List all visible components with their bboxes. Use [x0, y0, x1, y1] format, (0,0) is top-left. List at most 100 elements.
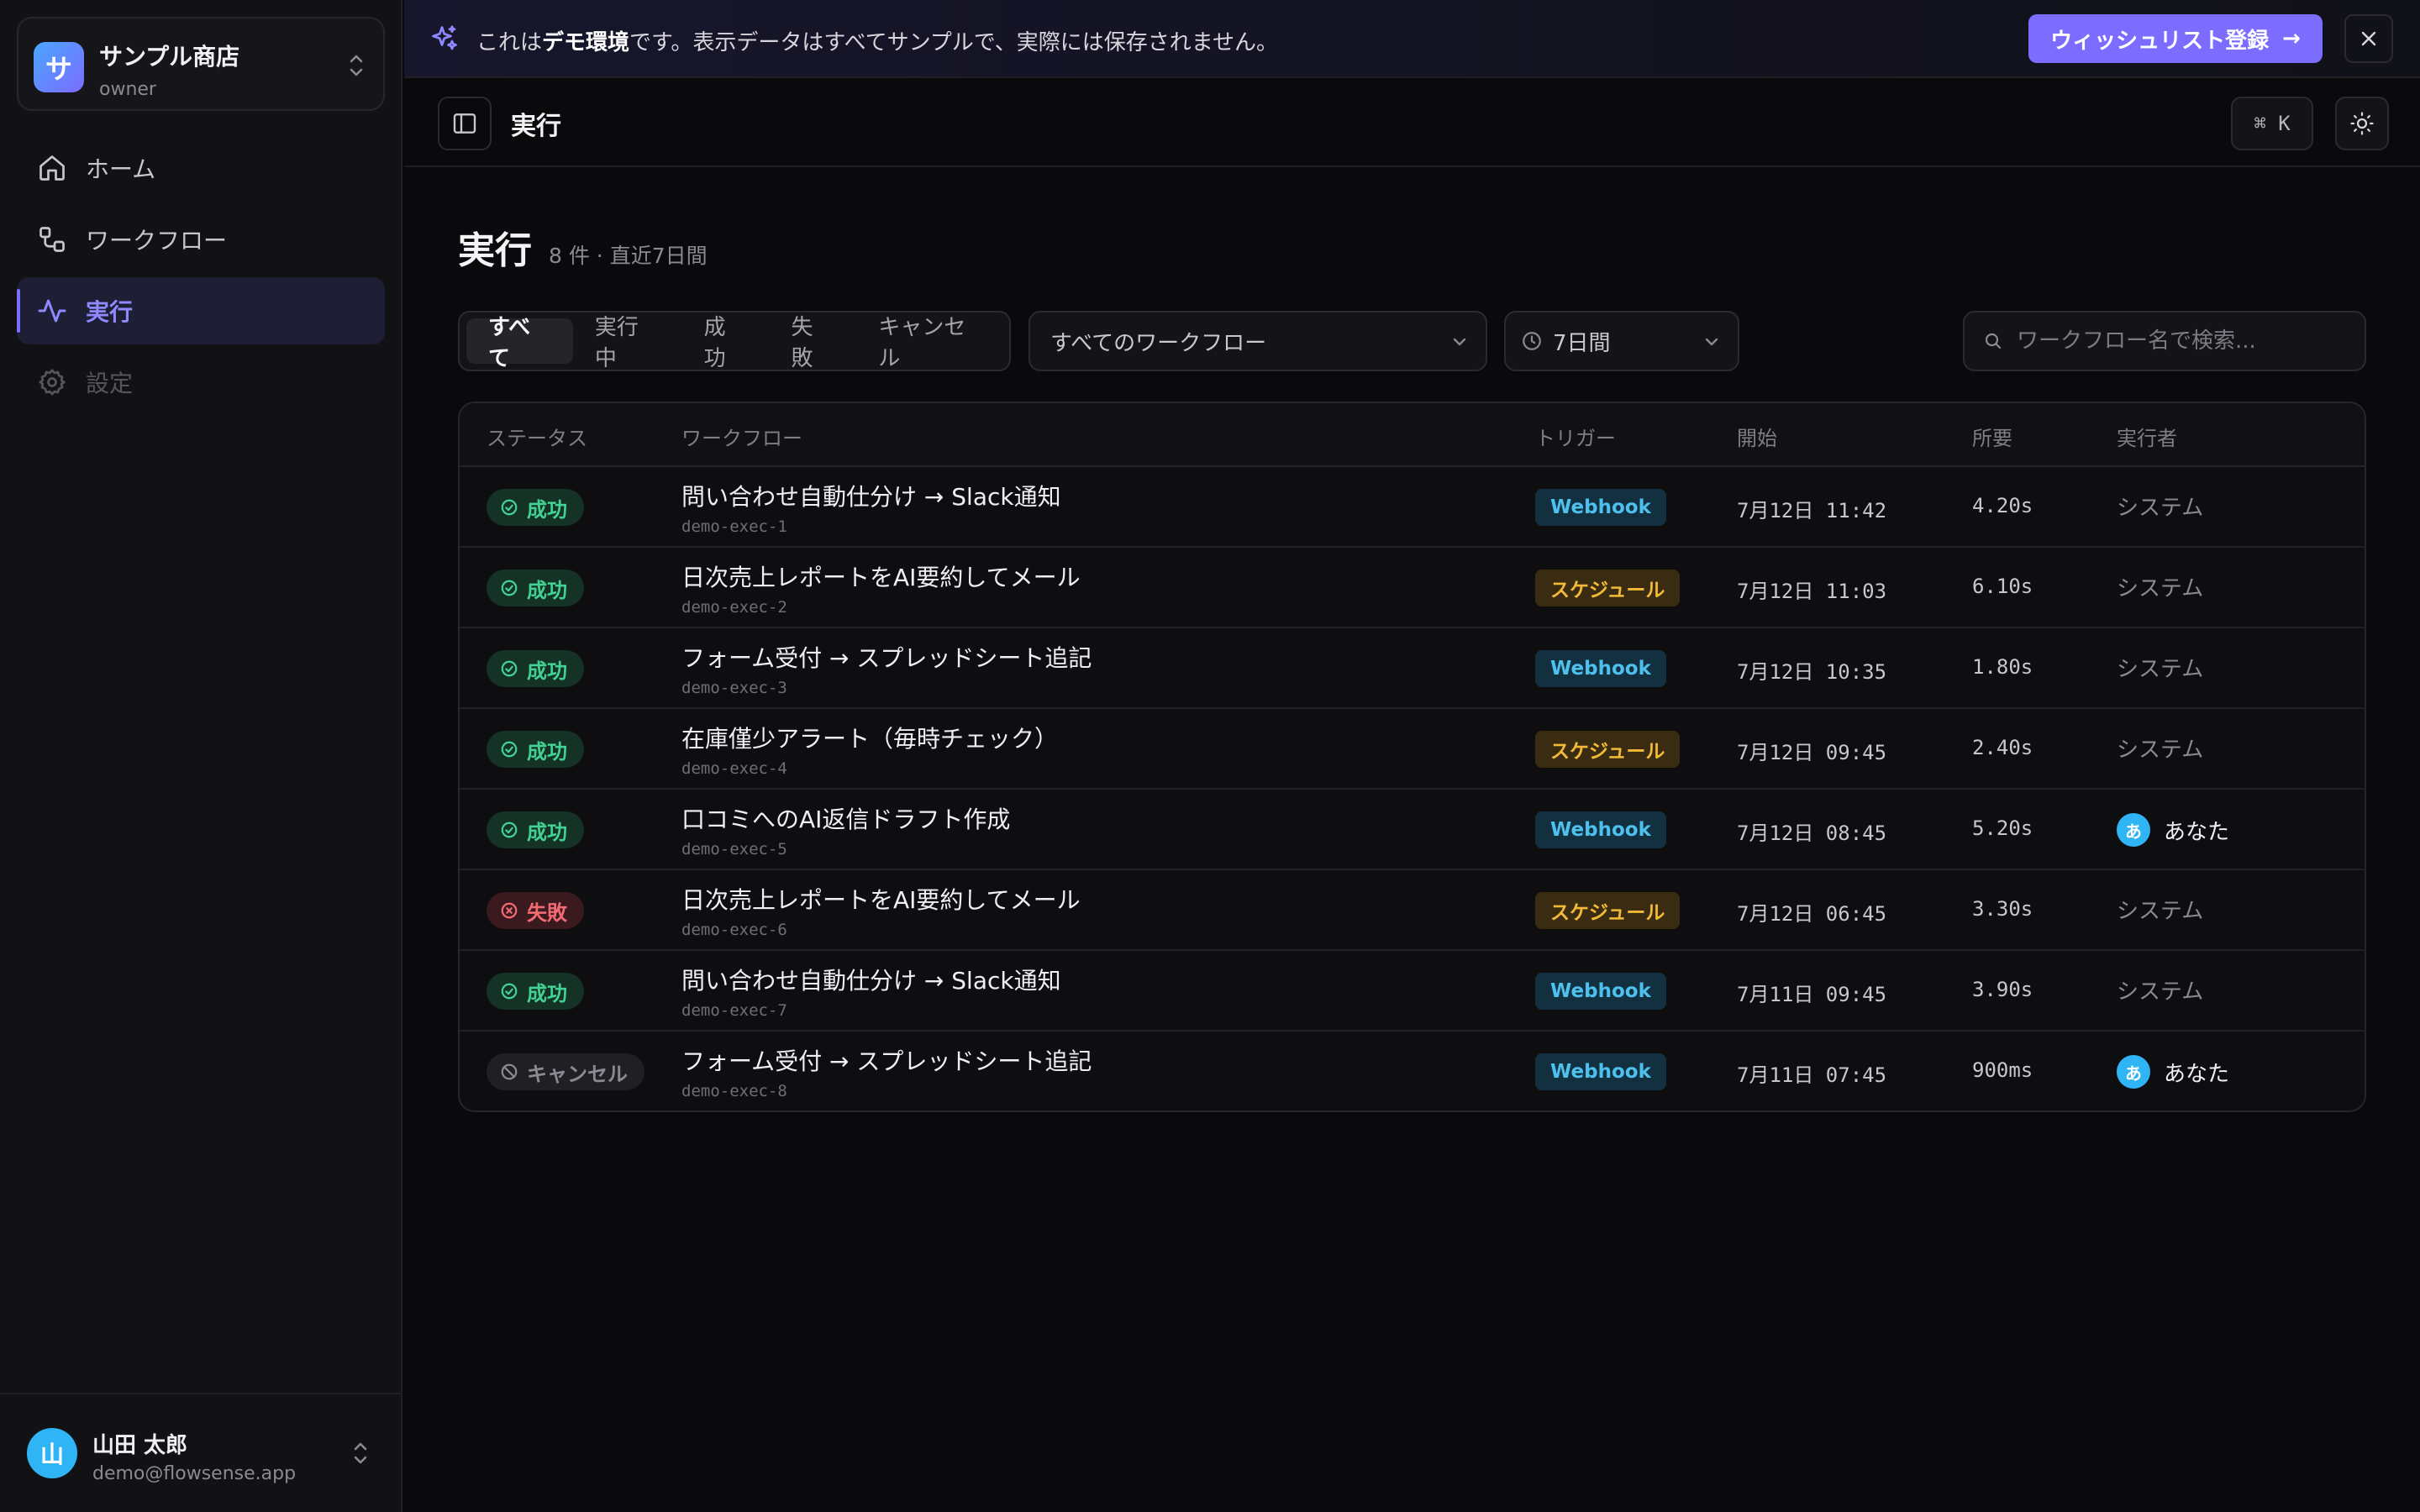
check-circle-icon — [500, 982, 518, 1000]
store-role: owner — [99, 79, 156, 100]
duration: 1.80s — [1972, 655, 2033, 679]
sidebar-item-label: ホーム — [86, 155, 156, 183]
banner-text-bold: デモ環境 — [542, 30, 630, 55]
status-label: 成功 — [527, 739, 567, 764]
close-banner-button[interactable] — [2344, 14, 2393, 63]
banner-message: これはデモ環境です。表示データはすべてサンプルで、実際には保存されません。 — [476, 25, 1278, 56]
theme-toggle-button[interactable] — [2335, 97, 2389, 150]
trigger-badge: スケジュール — [1535, 570, 1681, 606]
close-icon — [2361, 31, 2376, 46]
actor-cell: システム — [2117, 732, 2203, 764]
status-label: 成功 — [527, 578, 567, 602]
clock-icon — [1521, 330, 1543, 352]
workflow-name[interactable]: 在庫僅少アラート（毎時チェック） — [681, 721, 1058, 754]
table-row[interactable]: 失敗 日次売上レポートをAI要約してメール demo-exec-6 スケジュール 7月1… — [460, 870, 2365, 951]
sidebar-item-label: 設定 — [86, 370, 134, 397]
banner-text-suffix: です。表示データはすべてサンプルで、実際には保存されません。 — [629, 30, 1278, 55]
duration: 5.20s — [1972, 816, 2033, 840]
banner-text-prefix: これは — [476, 30, 543, 55]
trigger-cell: スケジュール — [1535, 892, 1681, 929]
workflow-select[interactable]: すべてのワークフロー — [1028, 311, 1487, 371]
sidebar-item-home[interactable]: ホーム — [17, 134, 385, 202]
filter-cancelled[interactable]: キャンセル — [856, 315, 1009, 371]
workflow-name[interactable]: フォーム受付 → スプレッドシート追記 — [681, 640, 1092, 674]
trigger-cell: スケジュール — [1535, 731, 1681, 768]
filter-all[interactable]: すべて — [466, 315, 573, 371]
workflow-name[interactable]: 日次売上レポートをAI要約してメール — [681, 882, 1081, 916]
workflow-cell: 日次売上レポートをAI要約してメール demo-exec-2 — [681, 559, 1081, 617]
actor-name: システム — [2117, 657, 2204, 682]
table-row[interactable]: 成功 日次売上レポートをAI要約してメール demo-exec-2 スケジュール 7月1… — [460, 548, 2365, 628]
actor-cell: システム — [2117, 652, 2203, 683]
workflow-select-value: すべてのワークフロー — [1050, 330, 1267, 356]
workflow-name[interactable]: フォーム受付 → スプレッドシート追記 — [681, 1043, 1092, 1077]
ban-icon — [500, 1063, 518, 1081]
workflow-name[interactable]: 問い合わせ自動仕分け → Slack通知 — [681, 479, 1061, 512]
search-box — [1963, 311, 2366, 371]
execution-id: demo-exec-7 — [681, 1001, 787, 1020]
user-email: demo@flowsense.app — [92, 1463, 297, 1484]
header-trigger: トリガー — [1535, 427, 1616, 450]
sidebar: サ サンプル商店 owner ホーム ワークフロー 実行 設定 山 山田 太郎 … — [0, 0, 402, 1512]
start-time: 7月12日 06:45 — [1737, 902, 1887, 926]
sidebar-item-executions[interactable]: 実行 — [17, 277, 385, 344]
chevron-down-icon — [1705, 338, 1718, 346]
table-row[interactable]: 成功 フォーム受付 → スプレッドシート追記 demo-exec-3 Webhook 7… — [460, 628, 2365, 709]
table-row[interactable]: 成功 問い合わせ自動仕分け → Slack通知 demo-exec-7 Webhook… — [460, 951, 2365, 1032]
filter-running[interactable]: 実行中 — [573, 315, 682, 371]
duration: 6.10s — [1972, 575, 2033, 598]
filter-failed[interactable]: 失敗 — [770, 315, 857, 371]
home-icon — [37, 153, 67, 183]
search-input[interactable] — [2017, 328, 2353, 354]
status-cell: 失敗 — [487, 892, 584, 929]
x-circle-icon — [500, 901, 518, 920]
status-badge: 成功 — [487, 489, 584, 526]
start-time: 7月11日 07:45 — [1737, 1063, 1887, 1087]
table-row[interactable]: キャンセル フォーム受付 → スプレッドシート追記 demo-exec-8 Webho… — [460, 1032, 2365, 1110]
wishlist-button-label: ウィッシュリスト登録 — [2050, 28, 2270, 54]
sidebar-item-workflows[interactable]: ワークフロー — [17, 206, 385, 273]
status-cell: キャンセル — [487, 1053, 644, 1090]
status-cell: 成功 — [487, 811, 584, 848]
sidebar-toggle-button[interactable] — [438, 97, 492, 150]
duration: 900ms — [1972, 1058, 2033, 1082]
start-time: 7月12日 11:42 — [1737, 499, 1887, 522]
page-title: 実行 — [511, 112, 561, 141]
table-row[interactable]: 成功 在庫僅少アラート（毎時チェック） demo-exec-4 スケジュール 7月12日… — [460, 709, 2365, 790]
section-meta: 8 件 · 直近7日間 — [549, 244, 708, 268]
workflow-icon — [37, 224, 67, 255]
store-avatar: サ — [34, 42, 84, 92]
wishlist-button[interactable]: ウィッシュリスト登録 → — [2028, 14, 2323, 63]
duration: 2.40s — [1972, 736, 2033, 759]
store-switcher[interactable]: サ サンプル商店 owner — [17, 17, 385, 111]
header-workflow: ワークフロー — [681, 427, 802, 450]
sidebar-item-label: 実行 — [86, 298, 134, 326]
check-circle-icon — [500, 740, 518, 759]
workflow-cell: 日次売上レポートをAI要約してメール demo-exec-6 — [681, 882, 1081, 939]
trigger-badge: Webhook — [1535, 811, 1666, 848]
actor-cell: システム — [2117, 894, 2203, 925]
filter-success[interactable]: 成功 — [682, 315, 770, 371]
header-start: 開始 — [1737, 427, 1777, 450]
actor-name: システム — [2117, 496, 2204, 521]
executions-table: ステータス ワークフロー トリガー 開始 所要 実行者 成功 問い合わせ自動仕分け… — [458, 402, 2366, 1112]
workflow-cell: 問い合わせ自動仕分け → Slack通知 demo-exec-7 — [681, 963, 1061, 1020]
topbar: 実行 ⌘ K — [404, 80, 2420, 167]
workflow-name[interactable]: 日次売上レポートをAI要約してメール — [681, 559, 1081, 593]
status-cell: 成功 — [487, 570, 584, 606]
status-label: 成功 — [527, 981, 567, 1005]
table-row[interactable]: 成功 口コミへのAI返信ドラフト作成 demo-exec-5 Webhook 7月12日… — [460, 790, 2365, 870]
workflow-name[interactable]: 問い合わせ自動仕分け → Slack通知 — [681, 963, 1061, 996]
period-select[interactable]: 7日間 — [1504, 311, 1739, 371]
duration: 4.20s — [1972, 494, 2033, 517]
execution-id: demo-exec-3 — [681, 679, 787, 697]
table-row[interactable]: 成功 問い合わせ自動仕分け → Slack通知 demo-exec-1 Webhook… — [460, 467, 2365, 548]
workflow-name[interactable]: 口コミへのAI返信ドラフト作成 — [681, 801, 1010, 835]
trigger-badge: Webhook — [1535, 650, 1666, 687]
start-time: 7月12日 10:35 — [1737, 660, 1887, 684]
actor-avatar: あ — [2117, 1055, 2150, 1089]
sidebar-item-settings[interactable]: 設定 — [17, 349, 385, 416]
user-menu[interactable]: 山 山田 太郎 demo@flowsense.app — [0, 1393, 402, 1512]
command-palette-button[interactable]: ⌘ K — [2231, 97, 2313, 150]
status-cell: 成功 — [487, 973, 584, 1010]
